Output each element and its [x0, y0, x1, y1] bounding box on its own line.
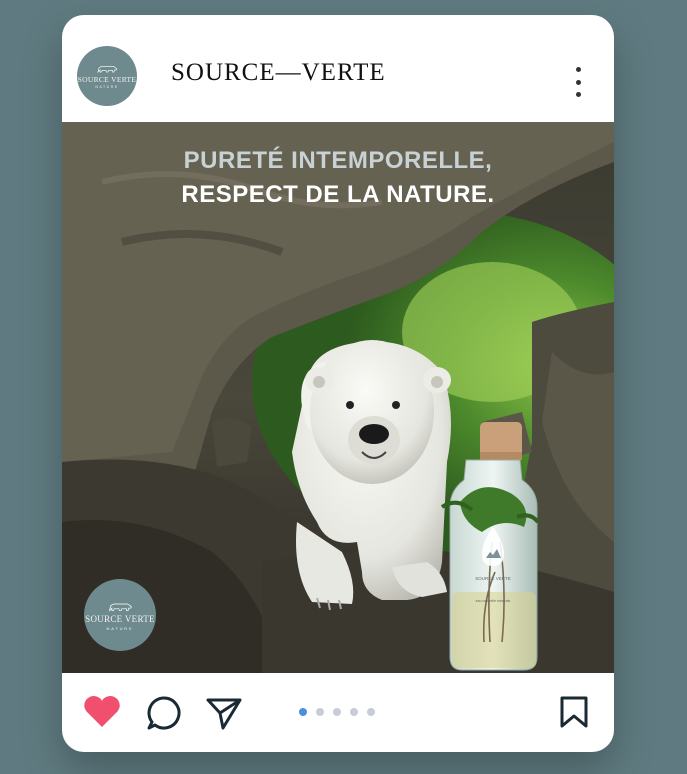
badge-sub-text: NATURE: [106, 625, 134, 631]
more-dot: [575, 79, 581, 85]
post-card: SOURCE VERTE NATURE SOURCE—VERTE SOURCE …: [62, 15, 614, 752]
avatar[interactable]: SOURCE VERTE NATURE: [77, 46, 137, 106]
bottle-desc-text: eau naturelle minérale: [476, 599, 511, 603]
carousel-dot[interactable]: [299, 708, 307, 716]
badge-brand-text: SOURCE VERTE: [85, 613, 155, 624]
carousel-dot[interactable]: [350, 708, 358, 716]
avatar-brand-text: SOURCE VERTE: [77, 74, 137, 84]
bookmark-icon[interactable]: [559, 695, 589, 734]
headline-line-2: RESPECT DE LA NATURE.: [181, 181, 495, 208]
post-image[interactable]: SOURCE VERTE eau naturelle minérale PURE…: [62, 122, 614, 673]
polar-bear-figure: [292, 340, 451, 611]
bear-logo-icon: [97, 65, 118, 73]
more-dot: [575, 67, 581, 72]
more-dot: [575, 92, 581, 97]
carousel-dot[interactable]: [367, 708, 375, 716]
carousel-dot[interactable]: [316, 708, 324, 716]
heart-icon[interactable]: [83, 694, 121, 735]
comment-icon[interactable]: [146, 695, 182, 736]
post-header: SOURCE VERTE NATURE SOURCE—VERTE: [62, 15, 614, 122]
bottle-brand-text: SOURCE VERTE: [475, 576, 510, 581]
post-username[interactable]: SOURCE—VERTE: [171, 59, 386, 87]
carousel-indicator: [299, 708, 375, 716]
bear-logo-icon: [108, 603, 132, 612]
brand-badge: SOURCE VERTE NATURE: [84, 579, 156, 651]
post-headline: PURETÉ INTEMPORELLE, RESPECT DE LA NATUR…: [62, 144, 614, 212]
more-vertical-icon[interactable]: [567, 67, 589, 97]
carousel-dot[interactable]: [333, 708, 341, 716]
avatar-sub-text: NATURE: [95, 85, 119, 90]
send-icon[interactable]: [205, 695, 243, 736]
post-actions-bar: [62, 673, 614, 752]
headline-line-1: PURETÉ INTEMPORELLE,: [183, 147, 493, 174]
